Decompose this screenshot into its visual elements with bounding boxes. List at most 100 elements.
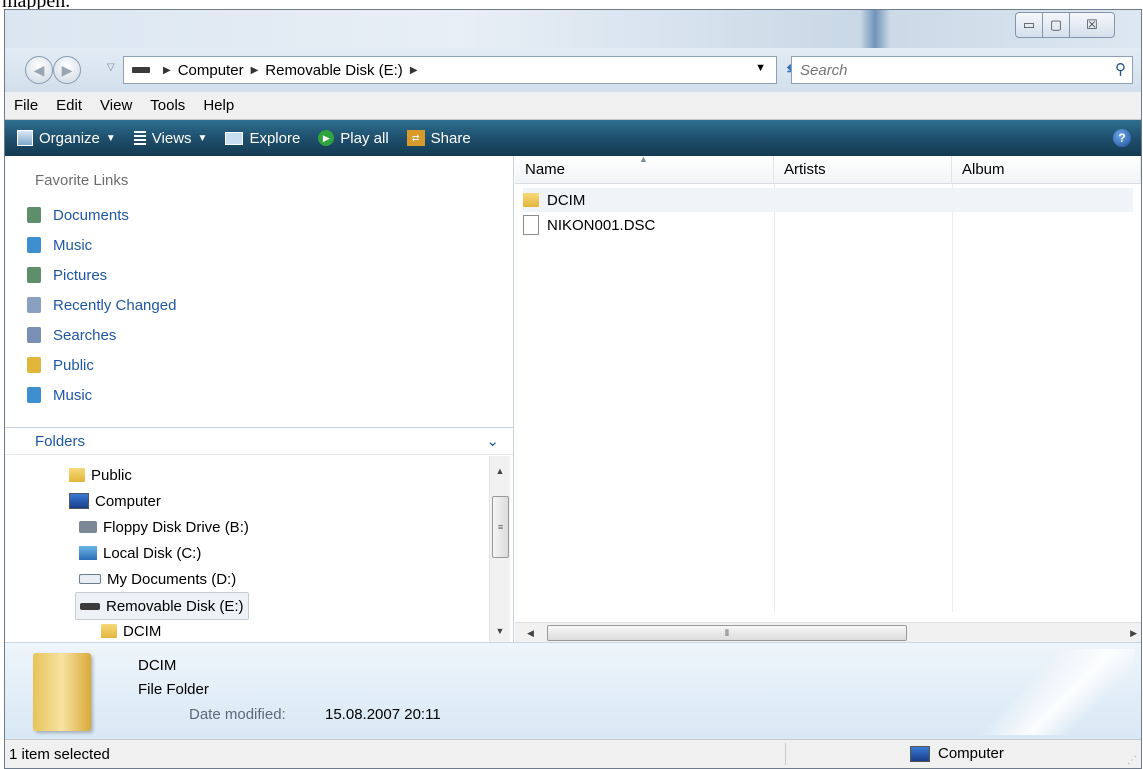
explore-button[interactable]: Explore	[225, 130, 300, 147]
removable-disk-icon	[132, 67, 150, 73]
title-bar: ▭ ▢ ☒	[5, 10, 1141, 48]
forward-button[interactable]: ▶	[53, 56, 81, 84]
file-icon	[523, 215, 539, 235]
column-artists-label: Artists	[784, 161, 826, 178]
close-icon: ☒	[1086, 17, 1098, 32]
menu-help[interactable]: Help	[194, 97, 243, 114]
favorite-link-label: Music	[53, 236, 93, 254]
help-icon[interactable]: ?	[1113, 129, 1131, 147]
folder-tree-label: Computer	[95, 492, 161, 510]
favorite-link-item[interactable]: Public	[5, 350, 513, 380]
menu-tools[interactable]: Tools	[141, 97, 194, 114]
drive-icon	[79, 574, 101, 584]
favorite-link-item[interactable]: Music	[5, 380, 513, 410]
share-button[interactable]: ⇄ Share	[406, 130, 471, 147]
folder-tree-scrollbar[interactable]: ▲ ≡ ▼	[489, 456, 510, 642]
breadcrumb-separator-icon[interactable]: ▶	[251, 65, 259, 76]
folder-tree-item[interactable]: Public	[65, 462, 136, 488]
file-name: DCIM	[547, 191, 586, 209]
menu-file[interactable]: File	[5, 97, 47, 114]
local-disk-icon	[79, 546, 97, 560]
chevron-down-icon: ▼	[197, 132, 208, 144]
details-name: DCIM	[138, 657, 177, 674]
favorite-link-item[interactable]: Documents	[5, 200, 513, 230]
scroll-left-icon[interactable]: ◀	[527, 623, 534, 643]
computer-icon	[69, 493, 89, 509]
search-input[interactable]	[792, 60, 1092, 80]
views-label: Views	[151, 129, 192, 147]
scroll-down-icon[interactable]: ▼	[490, 622, 510, 640]
forward-arrow-icon: ▶	[61, 61, 73, 78]
recent-icon	[27, 297, 41, 313]
resize-grip-icon[interactable]: ⋰	[1127, 755, 1137, 766]
menu-view[interactable]: View	[91, 97, 141, 114]
close-button[interactable]: ☒	[1069, 12, 1115, 38]
folder-tree-label: Removable Disk (E:)	[106, 597, 244, 615]
scroll-right-icon[interactable]: ▶	[1130, 623, 1137, 643]
minimize-icon: ▭	[1022, 17, 1036, 32]
favorite-link-label: Recently Changed	[53, 296, 177, 314]
views-button[interactable]: Views ▼	[133, 129, 208, 147]
recent-pages-dropdown[interactable]: ▽	[107, 62, 115, 73]
computer-icon	[910, 745, 930, 762]
folder-tree-item[interactable]: My Documents (D:)	[75, 566, 240, 592]
column-header-name[interactable]: Name ▲	[515, 154, 774, 184]
folder-icon	[523, 193, 539, 207]
file-row-dcim[interactable]: DCIM	[523, 188, 1133, 212]
favorite-link-item[interactable]: Recently Changed	[5, 290, 513, 320]
folder-tree-label: Local Disk (C:)	[103, 544, 202, 562]
file-list-horizontal-scrollbar[interactable]: ◀ ⦀ ▶	[515, 622, 1141, 643]
column-header-artists[interactable]: Artists	[774, 156, 952, 184]
scrollbar-thumb[interactable]: ≡	[492, 496, 509, 558]
favorite-link-item[interactable]: Searches	[5, 320, 513, 350]
folder-tree-item[interactable]: Floppy Disk Drive (B:)	[75, 514, 253, 540]
breadcrumb-separator-icon[interactable]: ▶	[163, 65, 171, 76]
organize-icon	[17, 130, 33, 146]
menu-edit[interactable]: Edit	[47, 97, 91, 114]
folder-tree-item[interactable]: Local Disk (C:)	[75, 540, 205, 566]
scrollbar-thumb[interactable]: ⦀	[547, 625, 907, 641]
address-bar[interactable]: ▶ Computer ▶ Removable Disk (E:) ▶ ▼	[123, 56, 777, 84]
search-icon[interactable]: ⚲	[1115, 60, 1126, 78]
favorite-link-item[interactable]: Pictures	[5, 260, 513, 290]
organize-button[interactable]: Organize ▼	[17, 130, 116, 147]
back-arrow-icon: ◀	[33, 61, 45, 78]
column-divider	[952, 184, 953, 612]
navigation-bar: ◀ ▶ ▽ ▶ Computer ▶ Removable Disk (E:) ▶…	[5, 48, 1141, 92]
address-dropdown-icon[interactable]: ▼	[755, 62, 766, 74]
folder-tree-label: My Documents (D:)	[107, 570, 237, 588]
explore-icon	[225, 131, 244, 145]
column-header-album[interactable]: Album	[952, 156, 1141, 184]
folder-tree-label: Public	[91, 466, 132, 484]
minimize-button[interactable]: ▭	[1015, 12, 1043, 38]
folder-tree-item[interactable]: DCIM	[97, 618, 165, 642]
folder-tree-item[interactable]: Computer	[65, 488, 165, 514]
share-icon: ⇄	[406, 130, 425, 146]
folder-icon	[27, 357, 41, 373]
breadcrumb-computer[interactable]: Computer	[178, 62, 244, 79]
favorite-link-label: Documents	[53, 206, 129, 224]
favorite-link-label: Music	[53, 386, 93, 404]
pictures-icon	[27, 267, 41, 283]
folder-tree-item[interactable]: Removable Disk (E:)	[75, 592, 249, 620]
details-decoration	[955, 649, 1135, 735]
details-pane: DCIM File Folder Date modified: 15.08.20…	[5, 642, 1141, 739]
organize-label: Organize	[39, 129, 100, 147]
folders-header[interactable]: Folders ⌄	[5, 427, 513, 455]
back-button[interactable]: ◀	[25, 56, 53, 84]
chevron-down-icon[interactable]: ⌄	[486, 432, 499, 450]
scroll-up-icon[interactable]: ▲	[490, 462, 510, 480]
column-name-label: Name	[525, 161, 566, 178]
breadcrumb-removable-disk[interactable]: Removable Disk (E:)	[265, 62, 403, 79]
folder-thumbnail-icon	[33, 653, 91, 731]
favorite-link-item[interactable]: Music	[5, 230, 513, 260]
folders-label: Folders	[35, 432, 86, 450]
play-all-button[interactable]: ▶ Play all	[318, 130, 389, 147]
breadcrumb-separator-icon[interactable]: ▶	[410, 65, 418, 76]
status-location-label: Computer	[938, 745, 1004, 762]
removable-disk-icon	[80, 602, 100, 610]
search-box[interactable]: ⚲	[791, 56, 1133, 84]
maximize-button[interactable]: ▢	[1042, 12, 1070, 38]
menu-bar: File Edit View Tools Help	[5, 92, 1141, 120]
file-row-nikon[interactable]: NIKON001.DSC	[523, 213, 1133, 237]
